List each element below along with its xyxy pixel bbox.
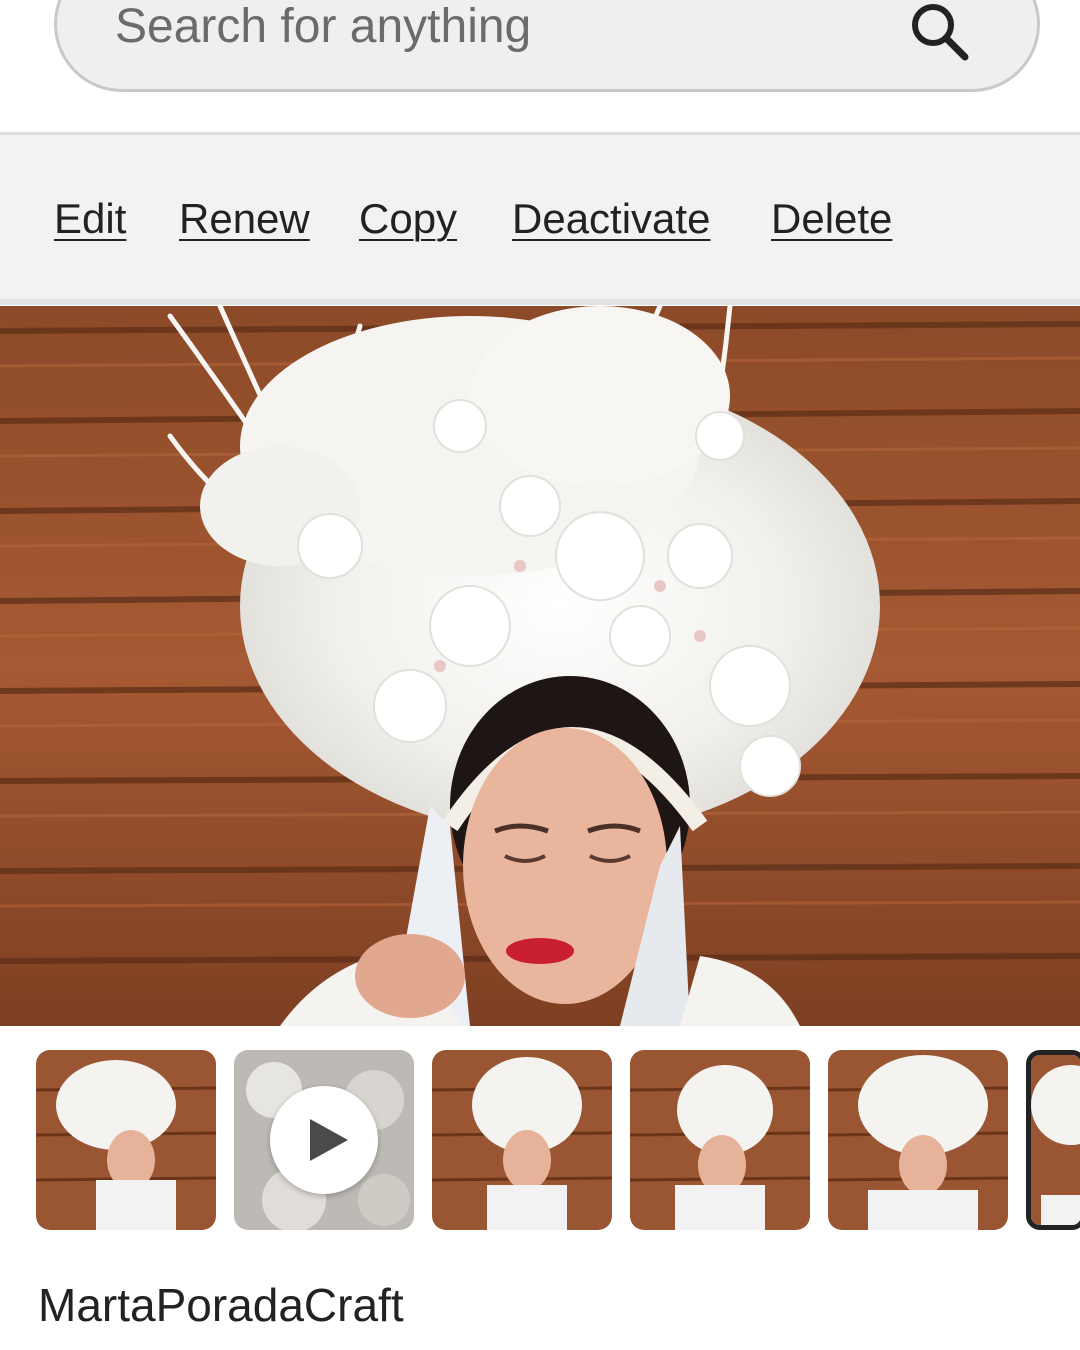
delete-link[interactable]: Delete [771, 195, 892, 243]
search-placeholder: Search for anything [115, 0, 532, 53]
copy-link[interactable]: Copy [359, 195, 457, 243]
shop-name[interactable]: MartaPoradaCraft [38, 1278, 404, 1332]
deactivate-link[interactable]: Deactivate [512, 195, 710, 243]
search-header: Search for anything [0, 0, 1080, 132]
action-bar-border [0, 299, 1080, 305]
edit-link[interactable]: Edit [54, 195, 126, 243]
thumbnail-4[interactable] [630, 1050, 810, 1230]
listing-action-bar: Edit Renew Copy Deactivate Delete [0, 135, 1080, 299]
search-input[interactable]: Search for anything [54, 0, 1040, 92]
thumbnail-3[interactable] [432, 1050, 612, 1230]
thumbnail-5[interactable] [828, 1050, 1008, 1230]
thumbnail-strip [0, 1048, 1080, 1232]
thumbnail-video[interactable] [234, 1050, 414, 1230]
thumbnail-1[interactable] [36, 1050, 216, 1230]
listing-main-image[interactable] [0, 306, 1080, 1026]
thumbnail-6-selected[interactable] [1026, 1050, 1080, 1230]
renew-link[interactable]: Renew [179, 195, 310, 243]
play-icon[interactable] [270, 1086, 378, 1194]
search-icon[interactable] [907, 1, 971, 65]
